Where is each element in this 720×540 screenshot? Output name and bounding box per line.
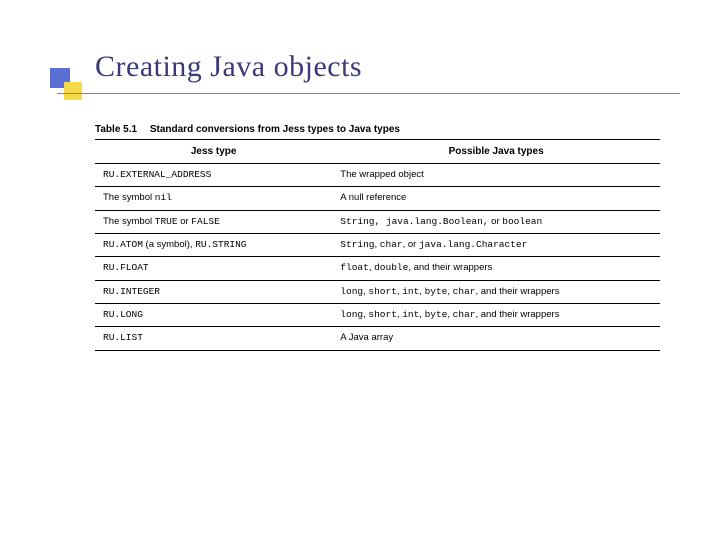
slide-title: Creating Java objects	[95, 50, 660, 84]
cell-java-types: A Java array	[332, 327, 660, 350]
table-header-row: Jess type Possible Java types	[95, 140, 660, 164]
table-row: RU.LONGlong, short, int, byte, char, and…	[95, 304, 660, 327]
cell-java-types: float, double, and their wrappers	[332, 257, 660, 280]
col-jess-type: Jess type	[95, 140, 332, 164]
table-row: RU.FLOATfloat, double, and their wrapper…	[95, 257, 660, 280]
table-row: RU.INTEGERlong, short, int, byte, char, …	[95, 280, 660, 303]
cell-java-types: The wrapped object	[332, 164, 660, 187]
cell-jess-type: The symbol nil	[95, 187, 332, 210]
table-title: Standard conversions from Jess types to …	[150, 124, 400, 135]
table-caption: Table 5.1 Standard conversions from Jess…	[95, 124, 660, 135]
table-row: The symbol nilA null reference	[95, 187, 660, 210]
cell-java-types: long, short, int, byte, char, and their …	[332, 280, 660, 303]
cell-jess-type: RU.EXTERNAL_ADDRESS	[95, 164, 332, 187]
cell-java-types: A null reference	[332, 187, 660, 210]
cell-jess-type: The symbol TRUE or FALSE	[95, 210, 332, 233]
title-underline	[57, 93, 680, 94]
cell-jess-type: RU.LONG	[95, 304, 332, 327]
table-label: Table 5.1	[95, 124, 137, 135]
cell-java-types: String, char, or java.lang.Character	[332, 234, 660, 257]
col-java-types: Possible Java types	[332, 140, 660, 164]
cell-java-types: String, java.lang.Boolean, or boolean	[332, 210, 660, 233]
table-row: RU.ATOM (a symbol), RU.STRINGString, cha…	[95, 234, 660, 257]
cell-jess-type: RU.ATOM (a symbol), RU.STRING	[95, 234, 332, 257]
conversions-table: Jess type Possible Java types RU.EXTERNA…	[95, 139, 660, 351]
table-row: RU.EXTERNAL_ADDRESSThe wrapped object	[95, 164, 660, 187]
cell-java-types: long, short, int, byte, char, and their …	[332, 304, 660, 327]
table-row: The symbol TRUE or FALSEString, java.lan…	[95, 210, 660, 233]
cell-jess-type: RU.INTEGER	[95, 280, 332, 303]
table-row: RU.LISTA Java array	[95, 327, 660, 350]
cell-jess-type: RU.FLOAT	[95, 257, 332, 280]
cell-jess-type: RU.LIST	[95, 327, 332, 350]
